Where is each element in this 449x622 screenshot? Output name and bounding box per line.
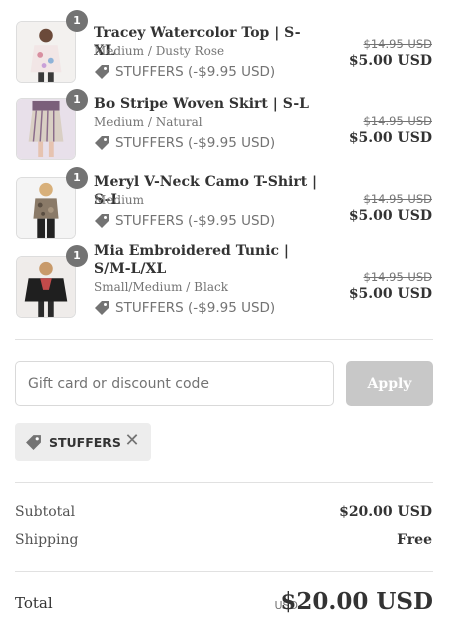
item-discount: STUFFERS (-$9.95 USD): [94, 212, 275, 230]
original-price: $14.95 USD: [363, 192, 432, 206]
product-variant: Medium / Dusty Rose: [94, 44, 225, 58]
item-discount-label: STUFFERS (-$9.95 USD): [115, 135, 276, 151]
tag-icon: [95, 214, 109, 228]
item-discount: STUFFERS (-$9.95 USD): [94, 63, 275, 81]
subtotal-value: $20.00 USD: [339, 504, 432, 520]
tag-icon: [95, 65, 109, 79]
applied-discount-chip: STUFFERS ✕: [15, 423, 151, 461]
product-variant: Medium / Natural: [94, 115, 203, 129]
tag-icon: [95, 136, 109, 150]
divider: [15, 571, 433, 572]
tag-icon: [95, 301, 109, 315]
shipping-value: Free: [397, 532, 432, 548]
total-label: Total: [15, 594, 53, 612]
product-image: [16, 177, 76, 239]
product-title: Mia Embroidered Tunic | S/M-L/XL: [94, 243, 290, 277]
product-variant: Medium: [94, 193, 145, 207]
order-summary: 1 Tracey Watercolor Top | S-XL Medium / …: [0, 0, 449, 622]
quantity-badge: 1: [66, 245, 88, 267]
discounted-price: $5.00 USD: [348, 208, 432, 224]
product-image: [16, 98, 76, 160]
original-price: $14.95 USD: [363, 37, 432, 51]
apply-button[interactable]: Apply: [346, 361, 433, 406]
original-price: $14.95 USD: [363, 114, 432, 128]
remove-discount-icon[interactable]: ✕: [123, 432, 141, 450]
subtotal-label: Subtotal: [15, 504, 76, 520]
divider: [15, 339, 433, 340]
discounted-price: $5.00 USD: [348, 53, 432, 69]
product-title: Bo Stripe Woven Skirt | S-L: [94, 96, 309, 112]
item-discount: STUFFERS (-$9.95 USD): [94, 134, 275, 152]
item-discount-label: STUFFERS (-$9.95 USD): [115, 64, 276, 80]
product-image: [16, 21, 76, 83]
quantity-badge: 1: [66, 89, 88, 111]
total-value: $20.00 USD: [280, 588, 433, 615]
tag-icon: [26, 434, 41, 450]
discounted-price: $5.00 USD: [348, 130, 432, 146]
divider: [15, 482, 433, 483]
quantity-badge: 1: [66, 167, 88, 189]
item-discount: STUFFERS (-$9.95 USD): [94, 299, 275, 317]
original-price: $14.95 USD: [363, 270, 432, 284]
quantity-badge: 1: [66, 10, 88, 32]
applied-discount-code: STUFFERS: [49, 434, 121, 450]
item-discount-label: STUFFERS (-$9.95 USD): [115, 300, 276, 316]
discounted-price: $5.00 USD: [348, 286, 432, 302]
discount-code-input[interactable]: [15, 361, 334, 406]
shipping-label: Shipping: [15, 532, 79, 548]
item-discount-label: STUFFERS (-$9.95 USD): [115, 213, 276, 229]
product-variant: Small/Medium / Black: [94, 280, 228, 294]
product-image: [16, 256, 76, 318]
